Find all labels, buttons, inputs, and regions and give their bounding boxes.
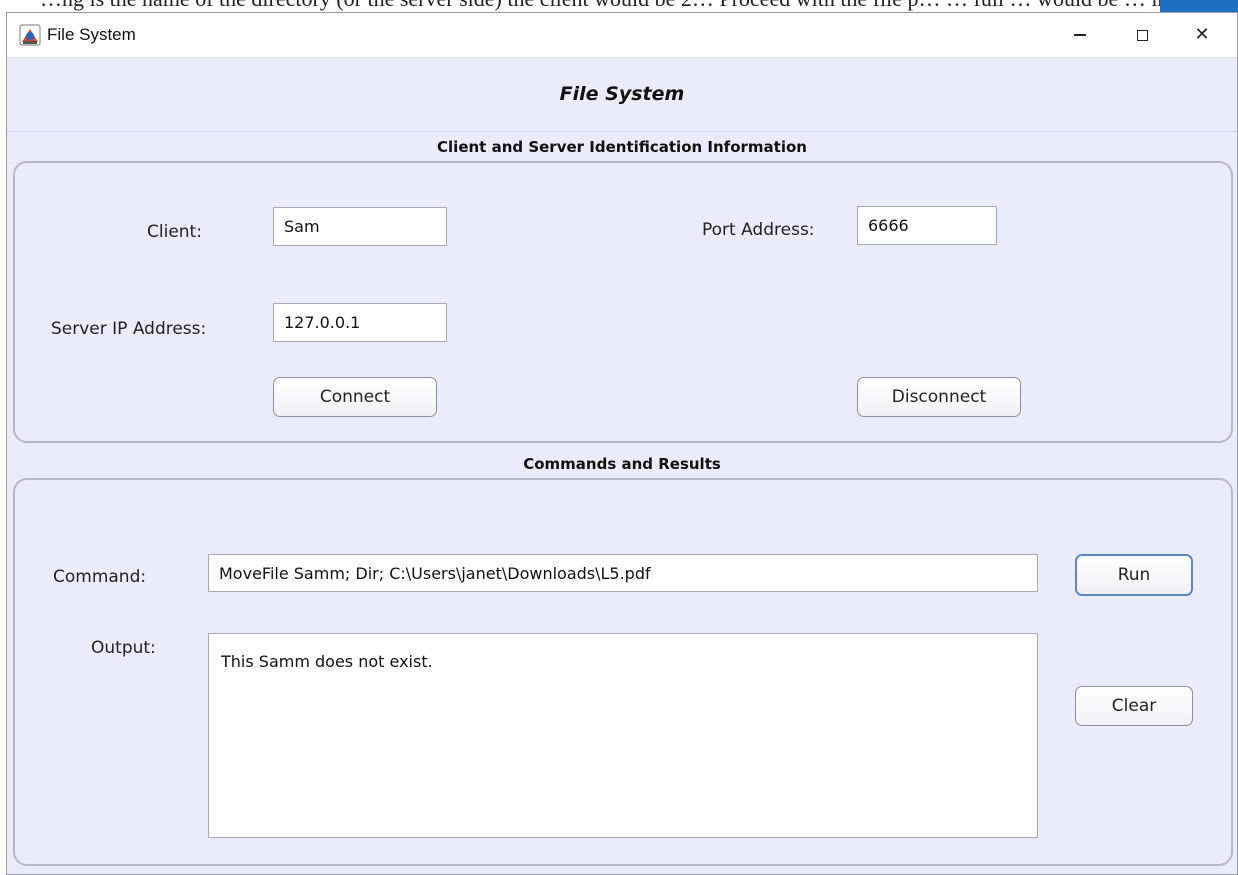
disconnect-button[interactable]: Disconnect xyxy=(857,377,1021,417)
clear-button[interactable]: Clear xyxy=(1075,686,1193,726)
page-title: File System xyxy=(559,83,685,105)
client-label: Client: xyxy=(147,222,202,242)
port-address-label: Port Address: xyxy=(702,220,815,240)
server-ip-input[interactable]: 127.0.0.1 xyxy=(273,303,447,342)
port-address-input[interactable]: 6666 xyxy=(857,206,997,245)
header-divider xyxy=(7,131,1237,132)
maximize-icon xyxy=(1136,29,1148,41)
close-icon: ✕ xyxy=(1194,24,1210,45)
maximize-button[interactable] xyxy=(1113,13,1171,57)
java-app-icon xyxy=(19,24,41,46)
minimize-button[interactable] xyxy=(1051,13,1109,57)
window-title: File System xyxy=(47,25,136,44)
identification-section-title: Client and Server Identification Informa… xyxy=(437,138,807,156)
commands-panel: Command: MoveFile Samm; Dir; C:\Users\ja… xyxy=(13,478,1233,866)
background-document-text: …ng is the name of the directory (or the… xyxy=(40,0,1219,12)
minimize-icon xyxy=(1074,34,1086,36)
command-input[interactable]: MoveFile Samm; Dir; C:\Users\janet\Downl… xyxy=(208,554,1038,592)
command-label: Command: xyxy=(53,567,147,587)
client-input[interactable]: Sam xyxy=(273,207,447,246)
output-textarea[interactable]: This Samm does not exist. xyxy=(208,633,1038,838)
title-bar[interactable]: File System ✕ xyxy=(7,13,1237,58)
file-system-window: File System ✕ File System Client and Ser… xyxy=(6,12,1238,875)
connect-button[interactable]: Connect xyxy=(273,377,437,417)
commands-section-title: Commands and Results xyxy=(523,455,721,473)
identification-panel: Client: Sam Port Address: 6666 Server IP… xyxy=(13,161,1233,443)
output-label: Output: xyxy=(91,638,156,658)
run-button[interactable]: Run xyxy=(1075,554,1193,596)
server-ip-label: Server IP Address: xyxy=(51,319,207,339)
close-button[interactable]: ✕ xyxy=(1173,13,1231,57)
